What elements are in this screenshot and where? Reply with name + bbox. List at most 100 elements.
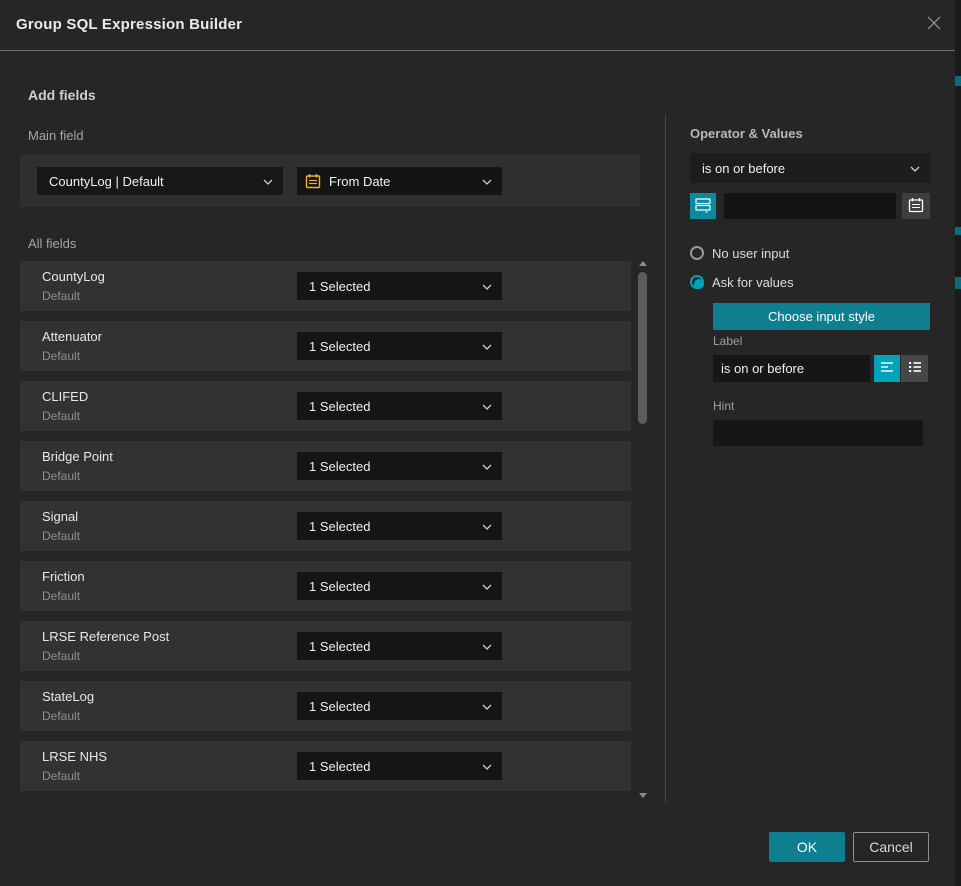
chevron-down-icon xyxy=(482,337,492,355)
chevron-down-icon xyxy=(482,277,492,295)
main-field-label: Main field xyxy=(28,128,84,143)
field-values-select-value: 1 Selected xyxy=(297,519,370,534)
text-input-style-icon xyxy=(880,361,894,376)
field-name: StateLog xyxy=(42,689,94,704)
field-name: CountyLog xyxy=(42,269,105,284)
list-input-style-icon xyxy=(908,361,922,376)
operator-values-heading: Operator & Values xyxy=(690,126,803,141)
chevron-down-icon xyxy=(482,397,492,415)
dialog-title: Group SQL Expression Builder xyxy=(16,0,242,50)
background-fragment xyxy=(955,277,961,289)
field-values-select-value: 1 Selected xyxy=(297,339,370,354)
scrollbar-thumb[interactable] xyxy=(638,272,647,424)
date-picker-button[interactable] xyxy=(902,193,930,219)
scrollbar-down-arrow[interactable] xyxy=(639,793,647,798)
background-fragment xyxy=(955,227,961,235)
radio-label: Ask for values xyxy=(712,275,794,290)
main-layer-select[interactable]: CountyLog | Default xyxy=(37,167,283,195)
chevron-down-icon xyxy=(482,577,492,595)
field-values-select[interactable]: 1 Selected xyxy=(297,752,502,780)
label-input[interactable] xyxy=(713,355,870,382)
field-values-select[interactable]: 1 Selected xyxy=(297,632,502,660)
field-name: Friction xyxy=(42,569,85,584)
radio-label: No user input xyxy=(712,246,789,261)
field-values-select[interactable]: 1 Selected xyxy=(297,332,502,360)
ok-button[interactable]: OK xyxy=(769,832,845,862)
scrollbar-up-arrow[interactable] xyxy=(639,261,647,266)
field-values-select-value: 1 Selected xyxy=(297,699,370,714)
main-field-row: CountyLog | Default From Date xyxy=(20,154,640,207)
field-name: LRSE NHS xyxy=(42,749,107,764)
radio-no-user-input[interactable]: No user input xyxy=(690,245,789,261)
chevron-down-icon xyxy=(482,172,492,190)
field-name: Attenuator xyxy=(42,329,102,344)
field-values-select[interactable]: 1 Selected xyxy=(297,272,502,300)
cancel-button[interactable]: Cancel xyxy=(853,832,929,862)
group-sql-expression-builder-dialog: Group SQL Expression Builder Add fields … xyxy=(0,0,961,886)
field-row: LRSE Reference Post Default 1 Selected xyxy=(20,621,631,671)
radio-circle-icon xyxy=(690,275,704,289)
field-row: Friction Default 1 Selected xyxy=(20,561,631,611)
field-values-select-value: 1 Selected xyxy=(297,399,370,414)
field-row: Signal Default 1 Selected xyxy=(20,501,631,551)
field-values-select-value: 1 Selected xyxy=(297,639,370,654)
field-row: CLIFED Default 1 Selected xyxy=(20,381,631,431)
field-layer-label: Default xyxy=(42,589,80,603)
value-date-input[interactable] xyxy=(724,193,896,219)
field-name: Bridge Point xyxy=(42,449,113,464)
chevron-down-icon xyxy=(482,637,492,655)
field-name: LRSE Reference Post xyxy=(42,629,169,644)
choose-input-style-button[interactable]: Choose input style xyxy=(713,303,930,330)
field-layer-label: Default xyxy=(42,649,80,663)
field-layer-label: Default xyxy=(42,769,80,783)
calendar-icon xyxy=(305,173,321,189)
field-values-select[interactable]: 1 Selected xyxy=(297,452,502,480)
field-layer-label: Default xyxy=(42,529,80,543)
field-layer-label: Default xyxy=(42,469,80,483)
operator-select-value: is on or before xyxy=(690,161,785,176)
field-values-select[interactable]: 1 Selected xyxy=(297,692,502,720)
input-style-text-button[interactable] xyxy=(874,355,900,382)
field-values-select-value: 1 Selected xyxy=(297,759,370,774)
calendar-icon xyxy=(908,197,924,216)
add-fields-heading: Add fields xyxy=(28,87,96,103)
chevron-down-icon xyxy=(482,457,492,475)
field-values-select-value: 1 Selected xyxy=(297,459,370,474)
field-values-select[interactable]: 1 Selected xyxy=(297,572,502,600)
titlebar-divider xyxy=(0,50,955,51)
chevron-down-icon xyxy=(482,757,492,775)
main-layer-select-value: CountyLog | Default xyxy=(37,174,164,189)
chevron-down-icon xyxy=(910,159,920,177)
close-button[interactable] xyxy=(922,13,946,37)
all-fields-list: CountyLog Default 1 Selected Attenuator … xyxy=(20,261,631,791)
field-values-select-value: 1 Selected xyxy=(297,579,370,594)
close-icon xyxy=(926,15,942,36)
hint-input[interactable] xyxy=(713,420,923,446)
hint-field-label: Hint xyxy=(713,399,734,413)
field-row: StateLog Default 1 Selected xyxy=(20,681,631,731)
operator-select[interactable]: is on or before xyxy=(690,153,930,183)
field-values-select[interactable]: 1 Selected xyxy=(297,392,502,420)
dialog-titlebar: Group SQL Expression Builder xyxy=(0,0,955,50)
field-row: Bridge Point Default 1 Selected xyxy=(20,441,631,491)
field-row: CountyLog Default 1 Selected xyxy=(20,261,631,311)
background-app-strip xyxy=(955,0,961,886)
field-layer-label: Default xyxy=(42,709,80,723)
unique-values-icon xyxy=(695,197,711,216)
field-row: Attenuator Default 1 Selected xyxy=(20,321,631,371)
fields-list-scrollbar xyxy=(637,259,649,800)
list-input-style-button[interactable] xyxy=(901,355,928,382)
main-field-select[interactable]: From Date xyxy=(297,167,502,195)
field-layer-label: Default xyxy=(42,409,80,423)
label-field-label: Label xyxy=(713,334,742,348)
field-values-select-value: 1 Selected xyxy=(297,279,370,294)
background-fragment xyxy=(955,76,961,86)
field-name: Signal xyxy=(42,509,78,524)
field-values-select[interactable]: 1 Selected xyxy=(297,512,502,540)
chevron-down-icon xyxy=(482,697,492,715)
field-name: CLIFED xyxy=(42,389,88,404)
unique-values-button[interactable] xyxy=(690,193,716,219)
radio-ask-for-values[interactable]: Ask for values xyxy=(690,274,794,290)
field-row: LRSE NHS Default 1 Selected xyxy=(20,741,631,791)
main-field-select-value: From Date xyxy=(321,174,390,189)
